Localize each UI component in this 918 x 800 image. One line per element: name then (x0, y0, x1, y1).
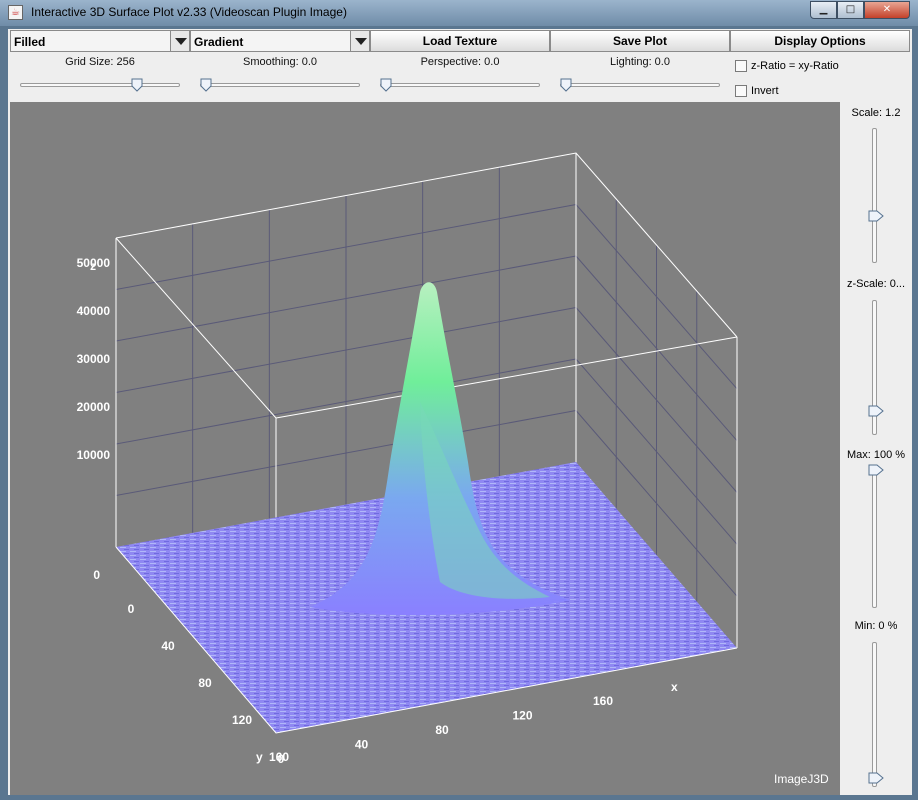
window-title: Interactive 3D Surface Plot v2.33 (Video… (31, 5, 347, 19)
display-options-button[interactable]: Display Options (730, 30, 910, 52)
app-window: ☕ Interactive 3D Surface Plot v2.33 (Vid… (0, 0, 918, 800)
min-label: Min: 0 % (854, 620, 898, 632)
scale-label: Scale: 1.2 (851, 107, 901, 119)
tick-label: 0 (93, 568, 100, 582)
z-scale-label: z-Scale: 0... (846, 278, 906, 290)
max-slider-thumb[interactable] (868, 464, 884, 476)
grid-size-label: Grid Size: 256 (65, 56, 135, 68)
chevron-down-icon[interactable] (350, 31, 369, 51)
z-ratio-label: z-Ratio = xy-Ratio (751, 60, 839, 72)
x-axis-label: x (671, 680, 678, 694)
tick-label: 120 (512, 709, 532, 723)
grid-size-slider-thumb[interactable] (131, 78, 143, 92)
z-ratio-checkbox[interactable] (735, 60, 747, 72)
perspective-label: Perspective: 0.0 (420, 56, 500, 68)
tick-label: 40000 (77, 304, 111, 318)
tick-label: 0 (128, 602, 135, 616)
max-slider[interactable] (872, 468, 877, 608)
plot-window-content: Filled Gradient Load Texture Save Plot D… (8, 29, 912, 795)
render-mode-value: Filled (14, 35, 46, 49)
smoothing-label: Smoothing: 0.0 (243, 56, 317, 68)
tick-label: 10000 (77, 448, 111, 462)
smoothing-slider-thumb[interactable] (200, 78, 212, 92)
tick-label: 20000 (77, 400, 111, 414)
color-mode-select[interactable]: Gradient (190, 30, 370, 52)
tick-label: 120 (232, 713, 252, 727)
side-controls: Scale: 1.2 z-Scale: 0... Max: 100 % Min:… (840, 102, 912, 795)
perspective-slider-thumb[interactable] (380, 78, 392, 92)
java-icon: ☕ (8, 5, 23, 20)
lighting-label: Lighting: 0.0 (610, 56, 670, 68)
tick-label: 30000 (77, 352, 111, 366)
minimize-button[interactable]: ▁ (810, 1, 837, 19)
y-axis-label: y (256, 750, 263, 764)
tick-label: 160 (269, 750, 289, 764)
tick-label: 80 (435, 723, 449, 737)
render-mode-select[interactable]: Filled (10, 30, 190, 52)
surface-plot-svg: 01000020000300004000050000 04080120160 0… (77, 152, 738, 766)
tick-label: 80 (198, 676, 212, 690)
z-axis-ticks: 01000020000300004000050000 (77, 256, 111, 582)
lighting-slider-thumb[interactable] (560, 78, 572, 92)
load-texture-button[interactable]: Load Texture (370, 30, 550, 52)
smoothing-slider[interactable] (200, 83, 360, 87)
grid-size-slider[interactable] (20, 83, 180, 87)
min-slider-thumb[interactable] (868, 772, 884, 784)
chevron-down-icon[interactable] (170, 31, 189, 51)
tick-label: 160 (593, 694, 613, 708)
maximize-button[interactable]: □ (837, 1, 864, 19)
z-axis-label: z (90, 259, 96, 273)
tick-label: 40 (355, 738, 369, 752)
color-mode-value: Gradient (194, 35, 244, 49)
scale-slider[interactable] (872, 128, 877, 263)
invert-label: Invert (751, 85, 779, 97)
lighting-slider[interactable] (560, 83, 720, 87)
max-label: Max: 100 % (846, 449, 906, 461)
tick-label: 40 (161, 639, 175, 653)
scale-slider-thumb[interactable] (868, 210, 884, 222)
title-bar[interactable]: ☕ Interactive 3D Surface Plot v2.33 (Vid… (0, 0, 918, 26)
imagej3d-watermark: ImageJ3D (774, 772, 829, 786)
invert-checkbox[interactable] (735, 85, 747, 97)
perspective-slider[interactable] (380, 83, 540, 87)
surface-plot-canvas[interactable]: 0 10000 20000 30000 40000 50000 0 40 80 120 160 0… (10, 102, 840, 795)
min-slider[interactable] (872, 642, 877, 787)
save-plot-button[interactable]: Save Plot (550, 30, 730, 52)
close-button[interactable]: ✕ (864, 1, 910, 19)
z-scale-slider-thumb[interactable] (868, 405, 884, 417)
